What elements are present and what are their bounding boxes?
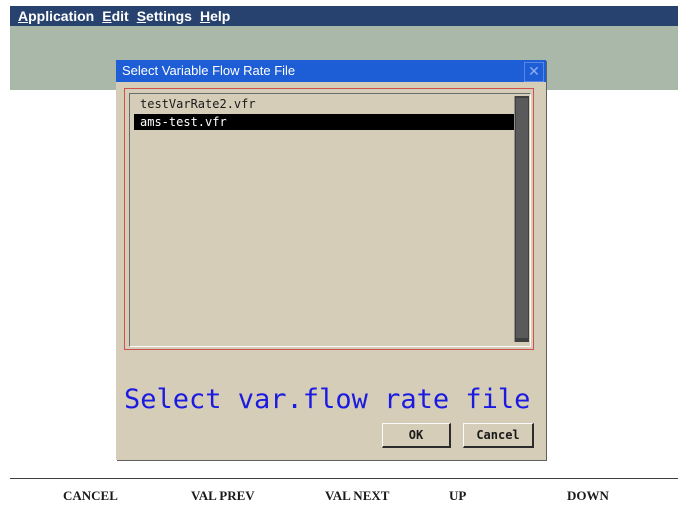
- dialog-title: Select Variable Flow Rate File: [122, 63, 296, 78]
- file-list-item[interactable]: testVarRate2.vfr: [134, 96, 516, 112]
- file-list-item-selected[interactable]: ams-test.vfr: [134, 114, 516, 130]
- menu-help-label: elp: [210, 8, 231, 24]
- menu-edit[interactable]: Edit: [102, 8, 128, 24]
- close-icon[interactable]: ✕: [524, 62, 544, 82]
- fkey-val-next[interactable]: VAL NEXT: [325, 488, 389, 504]
- ok-button[interactable]: OK: [382, 423, 451, 448]
- file-list[interactable]: testVarRate2.vfr ams-test.vfr: [129, 93, 531, 347]
- scrollbar-thumb[interactable]: [516, 98, 528, 338]
- fkey-down[interactable]: DOWN: [567, 488, 609, 504]
- menu-edit-mnemonic: E: [102, 8, 112, 24]
- fkey-up[interactable]: UP: [449, 488, 466, 504]
- prompt-text: Select var.flow rate file: [124, 384, 531, 415]
- menu-settings-mnemonic: S: [136, 8, 147, 24]
- menu-settings-label: ettings: [146, 8, 192, 24]
- file-list-scrollbar[interactable]: [514, 96, 529, 342]
- cancel-button[interactable]: Cancel: [463, 423, 534, 448]
- bottom-divider: [10, 478, 678, 479]
- menu-edit-label: dit: [111, 8, 129, 24]
- select-file-dialog: Select Variable Flow Rate File ✕ testVar…: [116, 60, 546, 460]
- menu-application-mnemonic: A: [18, 8, 29, 24]
- menu-help[interactable]: Help: [200, 8, 230, 24]
- menu-help-mnemonic: H: [199, 8, 211, 24]
- file-list-focus-outline: testVarRate2.vfr ams-test.vfr: [124, 88, 534, 350]
- fkey-cancel[interactable]: CANCEL: [63, 488, 118, 504]
- menu-application-label: pplication: [28, 8, 95, 24]
- menu-application[interactable]: Application: [18, 8, 94, 24]
- function-key-bar: CANCEL VAL PREV VAL NEXT UP DOWN: [10, 488, 678, 508]
- fkey-val-prev[interactable]: VAL PREV: [191, 488, 255, 504]
- menu-bar: Application Edit Settings Help: [10, 6, 678, 26]
- dialog-title-bar[interactable]: Select Variable Flow Rate File ✕: [116, 60, 546, 82]
- menu-settings[interactable]: Settings: [137, 8, 192, 24]
